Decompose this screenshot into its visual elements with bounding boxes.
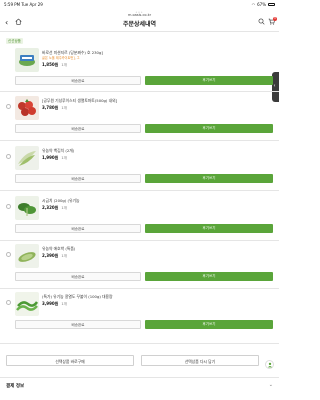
status-bar: 5:59 PM Tue Apr 29 ◠ 67% — [0, 0, 279, 9]
wifi-icon: ◠ — [251, 2, 256, 7]
select-checkbox[interactable] — [6, 300, 11, 305]
product-price: 2,390원 — [42, 253, 59, 258]
write-review-button[interactable]: 후기쓰기 — [145, 320, 273, 329]
write-review-button[interactable]: 후기쓰기 — [145, 124, 273, 133]
product-qty: 1개 — [61, 63, 67, 67]
search-icon[interactable] — [258, 18, 265, 25]
delivered-button[interactable]: 배송완료 — [15, 320, 141, 329]
product-name[interactable]: 유농약 백김치 (2개) — [42, 148, 74, 154]
select-checkbox[interactable] — [6, 154, 11, 159]
product-price: 3,780원 — [42, 105, 59, 110]
select-checkbox[interactable] — [6, 252, 11, 257]
product-image[interactable] — [15, 196, 39, 220]
product-qty: 1개 — [61, 106, 67, 110]
write-review-button[interactable]: 후기쓰기 — [145, 174, 273, 183]
person-icon — [267, 362, 272, 367]
chevron-left-icon: ‹ — [273, 83, 276, 89]
product-image[interactable] — [15, 96, 39, 120]
product-price: 3,990원 — [42, 301, 59, 306]
item-divider — [0, 140, 279, 141]
delivered-button[interactable]: 배송완료 — [15, 272, 141, 281]
product-name[interactable]: (특가) 유기농 콩열도 꾸불이 (100g) 대용량 — [42, 294, 113, 300]
product-qty: 1개 — [61, 254, 67, 258]
product-price: 1,850원 — [42, 62, 59, 67]
item-divider — [0, 240, 279, 241]
product-qty: 1개 — [61, 156, 67, 160]
item-divider — [0, 190, 279, 191]
product-price: 1,990원 — [42, 155, 59, 160]
product-image[interactable] — [15, 48, 39, 72]
cart-count-badge: 0 — [273, 17, 277, 21]
delivered-button[interactable]: 배송완료 — [15, 174, 141, 183]
write-review-button[interactable]: 후기쓰기 — [145, 224, 273, 233]
product-price: 2,320원 — [42, 205, 59, 210]
product-qty: 1개 — [61, 206, 67, 210]
url-bar[interactable]: ••• m.oasis.co.kr — [0, 9, 279, 17]
delivered-button[interactable]: 배송완료 — [15, 124, 141, 133]
status-date: Tue Apr 29 — [21, 2, 43, 7]
product-image[interactable] — [15, 244, 39, 268]
product-option: 글은 노울 제주카이트먼], 그 — [42, 56, 80, 60]
item-divider — [0, 343, 279, 344]
product-image[interactable] — [15, 146, 39, 170]
buy-selected-button[interactable]: 선택상품 바로구매 — [6, 355, 134, 366]
page-header: ‹ 주문상세내역 0 — [0, 16, 279, 30]
product-name[interactable]: 유농약 애호박 (특품) — [42, 246, 75, 252]
fresh-product-tag: 신선상품 — [6, 38, 23, 44]
section-title: 결제 정보 — [6, 384, 25, 389]
select-checkbox[interactable] — [6, 204, 11, 209]
item-divider — [0, 91, 279, 92]
status-time: 5:59 PM — [4, 2, 21, 7]
chevron-down-icon[interactable]: ⌄ — [269, 382, 273, 388]
battery-percent: 67% — [257, 2, 266, 7]
write-review-button[interactable]: 후기쓰기 — [145, 76, 273, 85]
product-image[interactable] — [15, 292, 39, 316]
delivered-button[interactable]: 배송완료 — [15, 224, 141, 233]
item-divider — [0, 288, 279, 289]
select-checkbox[interactable] — [6, 104, 11, 109]
side-drawer-tab[interactable]: ‹ — [272, 72, 279, 102]
section-divider — [0, 377, 279, 378]
delivered-button[interactable]: 배송완료 — [15, 76, 141, 85]
product-name[interactable]: 시금치 (200g) (유기농 — [42, 198, 79, 204]
battery-icon — [268, 3, 275, 6]
page-title: 주문상세내역 — [122, 21, 157, 28]
header-divider — [0, 31, 279, 32]
product-qty: 1개 — [61, 302, 67, 306]
payment-info-section[interactable]: 결제 정보 ⌄ — [0, 381, 279, 391]
floating-action-button[interactable] — [265, 360, 274, 369]
re-add-selected-button[interactable]: 선택상품 다시 담기 — [141, 355, 259, 366]
product-name[interactable]: [공무원 기성루이스티 생열토마토(500g) 내외] — [42, 98, 117, 104]
write-review-button[interactable]: 후기쓰기 — [145, 272, 273, 281]
